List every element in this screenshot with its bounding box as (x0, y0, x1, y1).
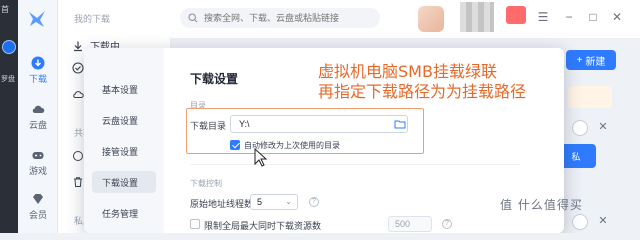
top-bar: ☰ − □ ✕ (170, 0, 640, 38)
main-nav: 下载 云盘 游戏 会员 (18, 0, 58, 233)
download-dir-value: Y:\ (239, 119, 250, 129)
limit-input[interactable]: 500 (388, 216, 432, 232)
sublist-title: 我的下载 (74, 14, 111, 24)
app-window: 首 罗盘 下载 云盘 游戏 会员 我的下载 下载中 (0, 0, 640, 233)
new-button-label: 新建 (585, 56, 606, 68)
search-box[interactable] (180, 8, 380, 28)
download-icon (31, 56, 45, 70)
annotation-line2: 再指定下载路径为为挂载路径 (318, 82, 527, 101)
settings-title: 下载设置 (190, 72, 239, 86)
section-divider (190, 164, 520, 165)
dismiss-icon[interactable]: ✕ (596, 214, 610, 228)
help-icon[interactable]: ? (309, 197, 319, 207)
close-icon[interactable]: ✕ (610, 10, 624, 24)
limit-label: 限制全局最大同时下载资源数 (204, 221, 322, 231)
search-icon (188, 13, 198, 23)
section-control: 下载控制 (190, 179, 222, 188)
threads-value: 5 (257, 197, 263, 207)
lock-icon[interactable] (572, 120, 588, 136)
nav-item-cloud[interactable]: 云盘 (18, 102, 58, 131)
help-icon[interactable]: ? (442, 219, 452, 229)
menu-icon[interactable]: ☰ (536, 10, 550, 24)
limit-checkbox[interactable] (190, 219, 200, 229)
app-logo-icon (29, 11, 45, 27)
settings-nav-cloud[interactable]: 云盘设置 (92, 109, 156, 131)
threads-select[interactable]: 5 ⌄ (250, 194, 298, 210)
nav-item-vip[interactable]: 会员 (18, 192, 58, 221)
notice-banner (568, 86, 612, 108)
settings-nav: 基本设置 云盘设置 接管设置 下载设置 任务管理 (84, 48, 164, 233)
pixelated-username (460, 2, 494, 32)
diamond-icon (33, 194, 43, 204)
check-circle-icon (72, 62, 84, 74)
folder-icon[interactable] (394, 118, 406, 130)
private-badge-label: 私 (571, 151, 581, 162)
sublist-item-shared[interactable] (72, 150, 84, 162)
search-input[interactable] (204, 13, 374, 23)
limit-value: 500 (395, 219, 411, 229)
chevron-down-icon: ⌄ (285, 197, 292, 206)
nav-label: 游戏 (28, 166, 47, 176)
gamepad-small-icon (73, 151, 83, 161)
settings-nav-basic[interactable]: 基本设置 (92, 78, 156, 100)
mouse-cursor-icon (254, 148, 268, 167)
desktop-strip: 首 罗盘 (0, 0, 18, 233)
nav-label: 下载 (28, 74, 47, 84)
settings-nav-takeover[interactable]: 接管设置 (92, 140, 156, 162)
trash-icon (74, 177, 82, 187)
avatar[interactable] (418, 6, 444, 32)
dismiss-icon[interactable]: ✕ (596, 120, 610, 134)
settings-nav-tasks[interactable]: 任务管理 (92, 202, 156, 224)
minimize-icon[interactable]: − (562, 10, 576, 24)
plus-icon: + (576, 54, 583, 66)
gift-icon[interactable] (506, 6, 526, 24)
nav-label: 会员 (28, 210, 47, 220)
sublist-item-completed[interactable] (72, 62, 84, 74)
desktop-app-icon[interactable] (2, 40, 16, 54)
nav-label: 云盘 (28, 120, 47, 130)
sublist-item-uploading[interactable] (72, 88, 84, 100)
auto-modify-checkbox[interactable] (230, 140, 240, 150)
desktop-label-top: 首 (1, 5, 9, 14)
cloud-icon (32, 105, 45, 113)
annotation-line1: 虚拟机电脑SMB挂载绿联 (318, 62, 497, 81)
lock-icon[interactable] (572, 214, 588, 230)
settings-nav-download[interactable]: 下载设置 (92, 171, 156, 193)
watermark: 值 什么值得买 (500, 198, 583, 212)
cloud-upload-icon (73, 91, 84, 98)
nav-item-download[interactable]: 下载 (18, 56, 58, 85)
desktop-label-mid: 罗盘 (1, 76, 15, 83)
gamepad-icon (32, 152, 44, 159)
maximize-icon[interactable]: □ (586, 10, 600, 24)
arrow-down-icon (74, 41, 82, 51)
download-dir-label: 下载目录 (190, 121, 227, 131)
threads-label: 原始地址线程数 (190, 199, 254, 209)
sublist-item-trash[interactable] (72, 176, 84, 188)
new-task-button[interactable]: + 新建 (566, 50, 616, 70)
download-dir-field[interactable]: Y:\ (230, 115, 408, 133)
nav-item-games[interactable]: 游戏 (18, 148, 58, 177)
